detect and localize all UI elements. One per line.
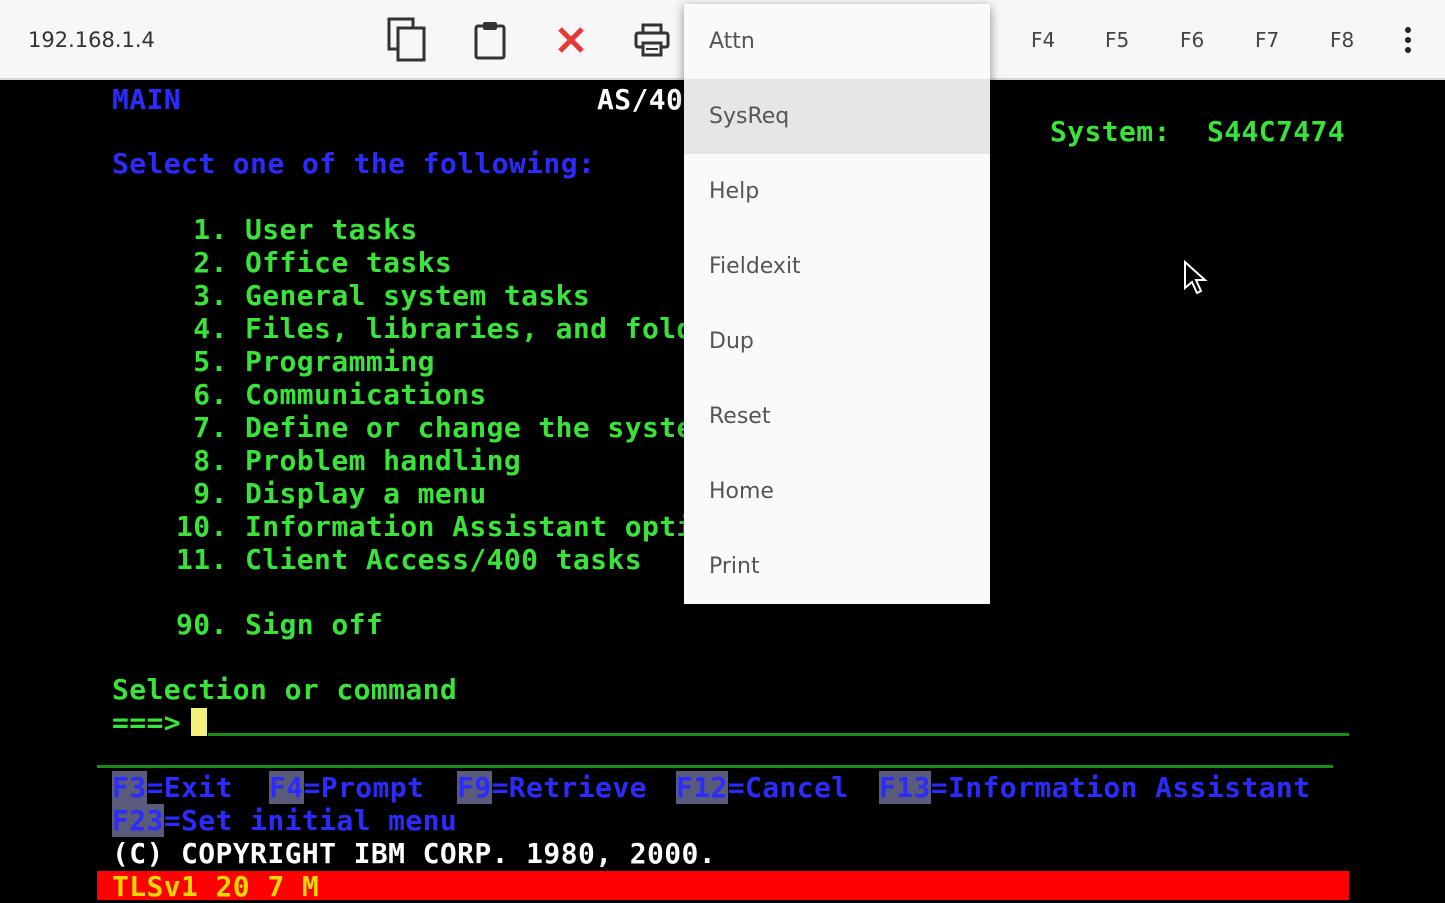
menu-option: 10. Information Assistant options: [176, 510, 746, 543]
fkey-f13-key: F13: [879, 771, 931, 804]
fkey-f23-key: F23: [112, 804, 164, 837]
menu-option: 2. Office tasks: [176, 246, 453, 279]
fkey-f12[interactable]: F12=Cancel: [676, 771, 849, 804]
menu-option: 4. Files, libraries, and folders: [176, 312, 746, 345]
menu-item-help[interactable]: Help: [684, 154, 990, 229]
text-cursor: [191, 708, 207, 736]
fkey-f23[interactable]: F23=Set initial menu: [112, 804, 458, 837]
fkey-f13-text: =Information Assistant: [930, 771, 1311, 804]
status-text: TLSv1 20 7 M: [112, 870, 320, 903]
menu-item-dup[interactable]: Dup: [684, 304, 990, 379]
menu-item-sysreq[interactable]: SysReq: [684, 79, 990, 154]
fkey-f4-text: =Prompt: [303, 771, 425, 804]
fkey-f13[interactable]: F13=Information Assistant: [879, 771, 1311, 804]
fkey-f3[interactable]: F3=Exit: [112, 771, 233, 804]
select-prompt: Select one of the following:: [112, 147, 596, 180]
menu-option: 1. User tasks: [176, 213, 418, 246]
fkey-f9-text: =Retrieve: [491, 771, 647, 804]
f8-key[interactable]: F8: [1330, 28, 1354, 52]
special-keys-menu: Attn SysReq Help Fieldexit Dup Reset Hom…: [684, 4, 990, 604]
command-input-line[interactable]: [208, 733, 1349, 736]
fkey-f4-key: F4: [269, 771, 304, 804]
selection-label: Selection or command: [112, 673, 458, 706]
fkey-f9[interactable]: F9=Retrieve: [457, 771, 647, 804]
menu-option: 6. Communications: [176, 378, 487, 411]
copyright-text: (C) COPYRIGHT IBM CORP. 1980, 2000.: [112, 837, 717, 870]
copy-icon[interactable]: [385, 17, 429, 62]
separator-line: [97, 765, 1333, 768]
system-name: S44C7474: [1207, 115, 1346, 148]
paste-icon[interactable]: [468, 18, 512, 62]
f6-key[interactable]: F6: [1180, 28, 1204, 52]
menu-option: 3. General system tasks: [176, 279, 591, 312]
f5-key[interactable]: F5: [1105, 28, 1129, 52]
fkey-f9-key: F9: [457, 771, 492, 804]
print-icon[interactable]: [630, 18, 674, 62]
f7-key[interactable]: F7: [1255, 28, 1279, 52]
menu-option: 11. Client Access/400 tasks: [176, 543, 642, 576]
menu-option: 8. Problem handling: [176, 444, 522, 477]
menu-option: 7. Define or change the system: [176, 411, 711, 444]
menu-item-print[interactable]: Print: [684, 529, 990, 604]
menu-item-attn[interactable]: Attn: [684, 4, 990, 79]
menu-item-home[interactable]: Home: [684, 454, 990, 529]
fkey-f3-text: =Exit: [146, 771, 233, 804]
menu-option: 9. Display a menu: [176, 477, 487, 510]
signoff-option: 90. Sign off: [176, 608, 384, 641]
menu-item-fieldexit[interactable]: Fieldexit: [684, 229, 990, 304]
more-icon[interactable]: [1396, 24, 1420, 58]
status-bar: TLSv1 20 7 M: [97, 870, 1349, 903]
mouse-pointer-icon: [1183, 259, 1209, 296]
system-label: System:: [1050, 115, 1171, 148]
host-address: 192.168.1.4: [28, 28, 155, 52]
fkey-f12-key: F12: [676, 771, 728, 804]
fkey-f4[interactable]: F4=Prompt: [269, 771, 425, 804]
close-icon[interactable]: [549, 18, 593, 62]
f4-key[interactable]: F4: [1031, 28, 1055, 52]
menu-item-reset[interactable]: Reset: [684, 379, 990, 454]
menu-option: 5. Programming: [176, 345, 435, 378]
fkey-f12-text: =Cancel: [727, 771, 849, 804]
menu-name: MAIN: [112, 83, 182, 116]
fkey-f3-key: F3: [112, 771, 147, 804]
fkey-f23-text: =Set initial menu: [163, 804, 458, 837]
command-prefix: ===>: [112, 706, 182, 739]
